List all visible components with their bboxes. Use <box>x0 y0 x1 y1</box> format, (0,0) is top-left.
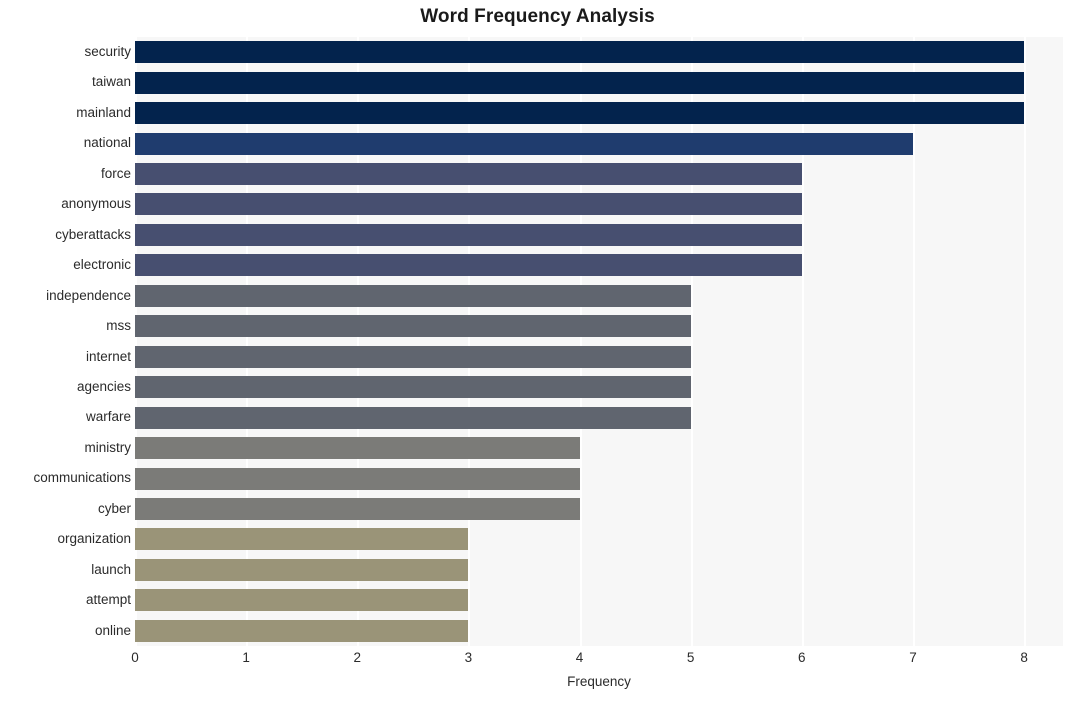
bar-row[interactable] <box>135 37 1063 67</box>
word-frequency-chart-figure: Word Frequency Analysis security taiwan ma… <box>0 0 1075 701</box>
y-axis-label: ministry <box>84 439 132 455</box>
bar[interactable] <box>135 437 580 460</box>
bar-row[interactable] <box>135 494 1063 524</box>
y-axis-label: anonymous <box>61 196 131 212</box>
y-axis-label: agencies <box>76 378 131 394</box>
bar-row[interactable] <box>135 372 1063 402</box>
bar[interactable] <box>135 558 469 581</box>
bar[interactable] <box>135 467 580 490</box>
x-axis-title: Frequency <box>567 674 631 689</box>
bar-row[interactable] <box>135 402 1063 432</box>
bar[interactable] <box>135 589 469 612</box>
x-axis-tick-label: 4 <box>575 650 584 665</box>
x-axis-tick-label: 6 <box>798 650 806 665</box>
y-axis-label: independence <box>46 287 131 303</box>
y-axis-label: security <box>84 44 131 59</box>
bar-row[interactable] <box>135 555 1063 585</box>
bar-row[interactable] <box>135 616 1063 646</box>
y-axis-label: warfare <box>85 409 131 425</box>
bar-row[interactable] <box>135 250 1063 280</box>
y-axis-label: force <box>100 165 131 181</box>
x-axis-tick-label: 8 <box>1020 650 1028 665</box>
chart-title: Word Frequency Analysis <box>420 6 655 27</box>
x-axis-tick-label: 5 <box>686 650 695 665</box>
y-axis-label: electronic <box>73 257 131 273</box>
x-axis-tick-labels: 0 1 2 3 4 5 6 7 8 <box>131 646 1063 672</box>
plot-area <box>135 37 1063 646</box>
y-axis-label: taiwan <box>91 74 131 90</box>
bar-row[interactable] <box>135 342 1063 372</box>
bar[interactable] <box>135 223 802 246</box>
bar[interactable] <box>135 102 1025 125</box>
bar-row[interactable] <box>135 67 1063 97</box>
y-axis-label: attempt <box>85 592 131 608</box>
bar[interactable] <box>135 71 1025 94</box>
x-axis-tick-label: 2 <box>353 650 362 665</box>
bar[interactable] <box>135 406 691 429</box>
x-axis-tick-label: 0 <box>131 650 139 665</box>
bar-row[interactable] <box>135 311 1063 341</box>
y-axis-label: internet <box>85 348 131 364</box>
bar[interactable] <box>135 193 802 216</box>
bar[interactable] <box>135 284 691 307</box>
bar[interactable] <box>135 376 691 399</box>
x-axis-tick-label: 7 <box>909 650 917 665</box>
y-axis-label: communications <box>33 470 131 486</box>
y-axis-category-labels: security taiwan mainland national force anony… <box>0 37 131 646</box>
bar-row[interactable] <box>135 585 1063 615</box>
y-axis-label: mainland <box>76 104 131 120</box>
y-axis-label: national <box>83 135 131 151</box>
bar[interactable] <box>135 254 802 277</box>
bar[interactable] <box>135 497 580 520</box>
bar-row[interactable] <box>135 433 1063 463</box>
x-axis-tick-label: 3 <box>464 650 473 665</box>
bar-row[interactable] <box>135 281 1063 311</box>
bar[interactable] <box>135 163 802 186</box>
y-axis-label: online <box>94 622 131 638</box>
bar-row[interactable] <box>135 128 1063 158</box>
y-axis-label: launch <box>91 561 131 577</box>
bar-row[interactable] <box>135 189 1063 219</box>
bar-row[interactable] <box>135 98 1063 128</box>
y-axis-label: organization <box>57 531 131 547</box>
bar[interactable] <box>135 619 469 642</box>
bar-row[interactable] <box>135 220 1063 250</box>
y-axis-label: cyberattacks <box>55 226 131 242</box>
bar[interactable] <box>135 315 691 338</box>
y-axis-label: mss <box>106 318 131 334</box>
bar-row[interactable] <box>135 524 1063 554</box>
bar-row[interactable] <box>135 159 1063 189</box>
y-axis-label: cyber <box>97 500 131 516</box>
bar[interactable] <box>135 41 1025 64</box>
bar[interactable] <box>135 132 913 155</box>
bar[interactable] <box>135 528 469 551</box>
bar-row[interactable] <box>135 463 1063 493</box>
bar[interactable] <box>135 345 691 368</box>
x-axis-tick-label: 1 <box>242 650 250 665</box>
